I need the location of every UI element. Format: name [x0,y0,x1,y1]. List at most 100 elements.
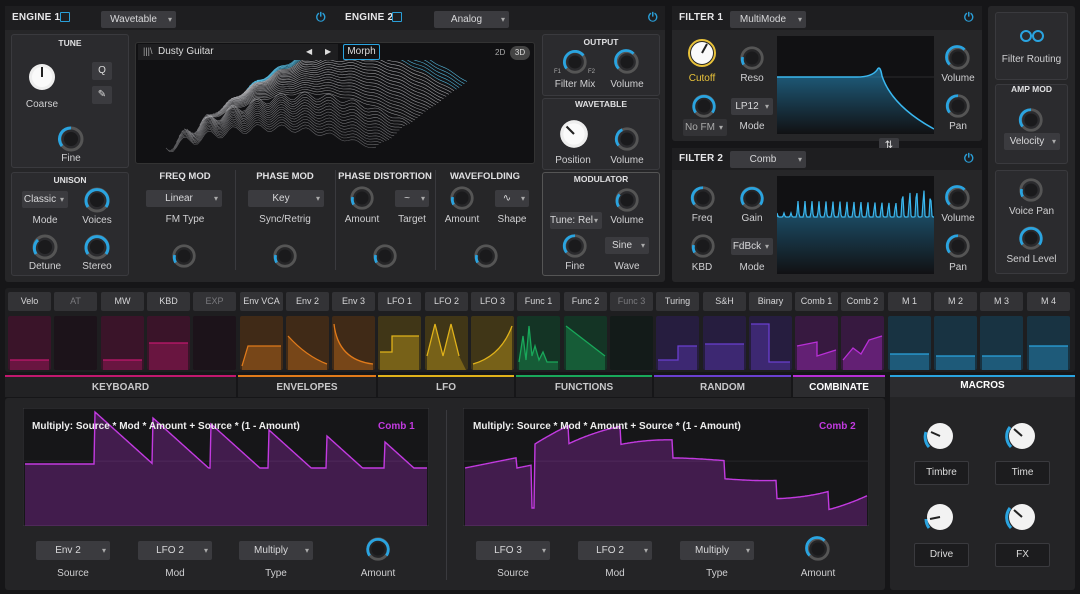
tab-functions[interactable]: FUNCTIONS [516,375,652,397]
modulator-fine-knob[interactable] [561,232,589,260]
mod-source-preview[interactable] [795,316,838,370]
q-button[interactable]: Q [92,62,112,80]
mod-source-comb-1[interactable]: Comb 1 [795,292,838,311]
comb2-type-dropdown[interactable]: Multiply [680,541,754,560]
mod-source-lfo-3[interactable]: LFO 3 [471,292,514,311]
comb1-type-dropdown[interactable]: Multiply [239,541,313,560]
filter-mix-knob[interactable] [561,48,589,76]
freq-knob[interactable] [689,184,717,212]
stereo-knob[interactable] [82,232,112,262]
mod-source-preview[interactable] [332,316,375,370]
filter1-type-dropdown[interactable]: MultiMode [730,11,806,28]
pd-amount-knob[interactable] [348,184,376,212]
prev-icon[interactable]: ◀ [306,47,312,56]
filter1-fm-dropdown[interactable]: No FM [683,119,727,136]
mod-source-preview[interactable] [564,316,607,370]
drive-button[interactable]: Drive [914,543,969,567]
timbre-button[interactable]: Timbre [914,461,969,485]
mod-source-m-4[interactable]: M 4 [1027,292,1070,311]
unison-mode-dropdown[interactable]: Classic [22,191,68,208]
tab-envelopes[interactable]: ENVELOPES [238,375,376,397]
mod-source-preview[interactable] [610,316,653,370]
mod-source-preview[interactable] [703,316,746,370]
mod-source-func-1[interactable]: Func 1 [517,292,560,311]
drive-knob[interactable] [920,497,960,537]
mod-source-preview[interactable] [471,316,514,370]
wf-shape-dropdown[interactable]: ∿ [495,190,529,207]
view-3d-button[interactable]: 3D [510,46,530,60]
mod-source-m-1[interactable]: M 1 [888,292,931,311]
mod-source-preview[interactable] [517,316,560,370]
mod-source-at[interactable]: AT [54,292,97,311]
fm-knob[interactable] [690,92,718,120]
time-button[interactable]: Time [995,461,1050,485]
output-volume-knob[interactable] [613,48,641,76]
mod-source-preview[interactable] [980,316,1023,370]
mod-source-preview[interactable] [888,316,931,370]
position-knob[interactable] [558,118,590,150]
mod-source-preview[interactable] [8,316,51,370]
filter2-mode-dropdown[interactable]: FdBck [731,238,773,255]
mod-source-preview[interactable] [286,316,329,370]
fx-button[interactable]: FX [995,543,1050,567]
engine1-power-icon[interactable]: ⏻ [316,10,326,25]
pd-depth-knob[interactable] [371,242,399,270]
mod-source-preview[interactable] [934,316,977,370]
mod-source-binary[interactable]: Binary [749,292,792,311]
filter1-mode-dropdown[interactable]: LP12 [731,98,773,115]
mod-source-preview[interactable] [425,316,468,370]
send-level-knob[interactable] [1017,224,1045,252]
filter1-pan-knob[interactable] [944,92,972,120]
fm-amount-knob[interactable] [170,242,198,270]
fine-knob[interactable] [56,124,86,154]
filter2-pan-knob[interactable] [944,232,972,260]
mod-source-preview[interactable] [1027,316,1070,370]
wavetable-volume-knob[interactable] [613,125,641,153]
voice-pan-knob[interactable] [1017,176,1045,204]
mod-source-m-2[interactable]: M 2 [934,292,977,311]
phase-mod-dropdown[interactable]: Key [248,190,324,207]
mod-source-preview[interactable] [656,316,699,370]
mod-source-preview[interactable] [841,316,884,370]
voices-knob[interactable] [82,185,112,215]
mod-source-preview[interactable] [147,316,190,370]
filter1-power-icon[interactable]: ⏻ [964,10,974,25]
mod-source-s-h[interactable]: S&H [703,292,746,311]
fm-type-dropdown[interactable]: Linear [146,190,222,207]
mod-source-preview[interactable] [749,316,792,370]
mod-source-kbd[interactable]: KBD [147,292,190,311]
morph-button[interactable]: Morph [343,44,380,60]
mod-source-env-2[interactable]: Env 2 [286,292,329,311]
comb1-source-dropdown[interactable]: Env 2 [36,541,110,560]
mod-source-preview[interactable] [101,316,144,370]
timbre-knob[interactable] [920,416,960,456]
modulator-volume-knob[interactable] [613,186,641,214]
amp-mod-dropdown[interactable]: Velocity [1004,133,1060,150]
tab-keyboard[interactable]: KEYBOARD [5,375,236,397]
mod-source-env-vca[interactable]: Env VCA [240,292,283,311]
filter1-volume-knob[interactable] [944,44,972,72]
coarse-knob[interactable] [27,62,57,92]
copy-icon[interactable] [60,12,70,22]
tab-random[interactable]: RANDOM [654,375,791,397]
fx-knob[interactable] [1002,497,1042,537]
mod-source-turing[interactable]: Turing [656,292,699,311]
kbd-knob[interactable] [689,232,717,260]
comb2-mod-dropdown[interactable]: LFO 2 [578,541,652,560]
engine1-type-dropdown[interactable]: Wavetable [101,11,176,28]
comb1-mod-dropdown[interactable]: LFO 2 [138,541,212,560]
gain-knob[interactable] [738,184,766,212]
mod-source-comb-2[interactable]: Comb 2 [841,292,884,311]
filter-routing-section[interactable] [995,12,1068,80]
mod-source-mw[interactable]: MW [101,292,144,311]
mod-source-env-3[interactable]: Env 3 [332,292,375,311]
comb2-source-dropdown[interactable]: LFO 3 [476,541,550,560]
mod-source-lfo-1[interactable]: LFO 1 [378,292,421,311]
view-2d-button[interactable]: 2D [495,48,505,57]
mod-source-m-3[interactable]: M 3 [980,292,1023,311]
mod-source-preview[interactable] [54,316,97,370]
mod-source-func-2[interactable]: Func 2 [564,292,607,311]
filter2-type-dropdown[interactable]: Comb [730,151,806,168]
mod-source-func-3[interactable]: Func 3 [610,292,653,311]
amp-mod-knob[interactable] [1017,106,1045,134]
